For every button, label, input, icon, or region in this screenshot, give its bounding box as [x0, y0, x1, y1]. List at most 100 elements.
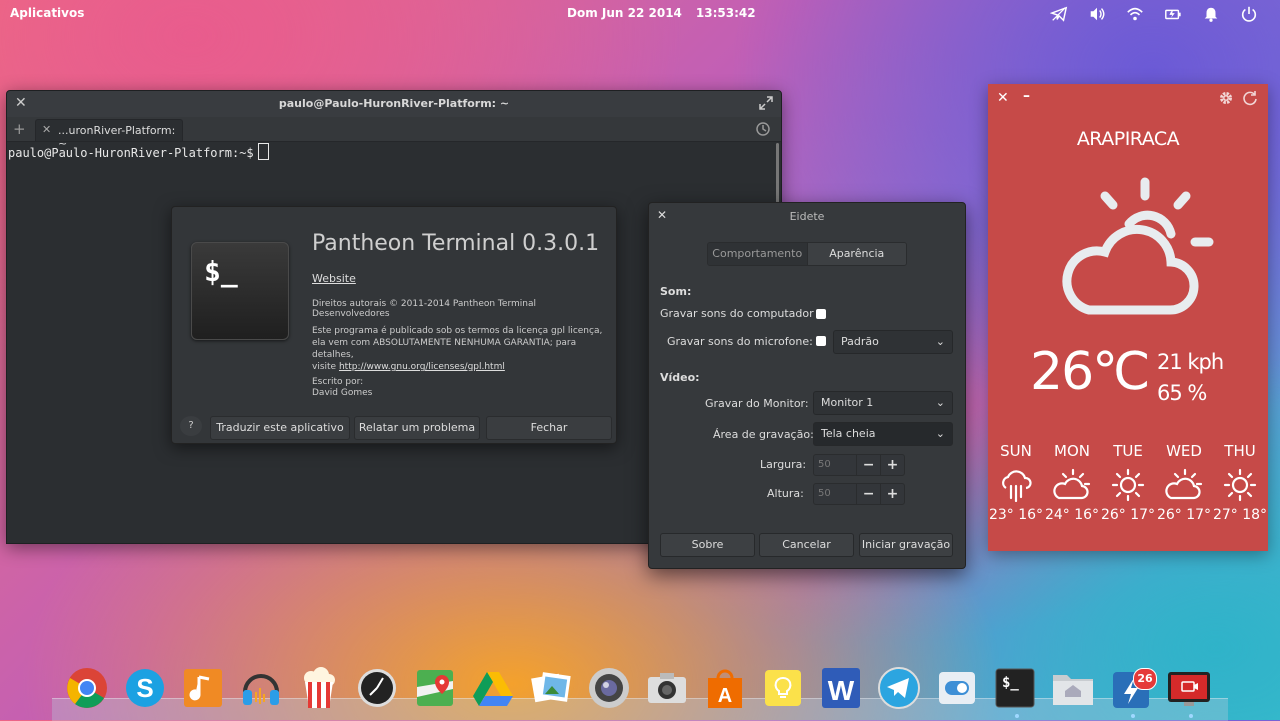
screenshot-icon[interactable] [644, 665, 690, 711]
increase-width-button[interactable]: + [880, 455, 904, 475]
close-button[interactable]: Fechar [486, 416, 612, 440]
mic-device-select[interactable]: Padrão ⌄ [833, 330, 953, 354]
humidity: 65 % [1157, 381, 1207, 405]
terminal-tabbar: + ✕ ...uronRiver-Platform: ~ [7, 117, 781, 150]
terminal-titlebar[interactable]: ✕ paulo@Paulo-HuronRiver-Platform: ~ [7, 91, 781, 117]
help-button[interactable]: ? [180, 416, 202, 436]
copyright-text: Direitos autorais © 2011-2014 Pantheon T… [312, 299, 536, 319]
forecast-day-name: THU [1224, 442, 1256, 460]
drive-icon[interactable] [470, 665, 516, 711]
photos-icon[interactable] [528, 665, 574, 711]
eidete-dialog: ✕ Eidete Comportamento Aparência Som: Gr… [648, 202, 966, 569]
video-section-title: Vídeo: [660, 371, 700, 384]
monitor-select[interactable]: Monitor 1 ⌄ [813, 391, 953, 415]
home-folder-icon[interactable] [1050, 665, 1096, 711]
start-recording-button[interactable]: Iniciar gravação [859, 533, 953, 557]
forecast-day: SUN 23° 16° [988, 442, 1044, 523]
record-computer-label: Gravar sons do computador [660, 307, 814, 320]
width-spinner[interactable]: 50 − + [813, 454, 905, 476]
sound-section-title: Som: [660, 285, 692, 298]
terminal-scrollbar[interactable] [776, 143, 779, 203]
new-tab-icon[interactable]: + [13, 120, 26, 138]
svg-text:$_: $_ [1002, 675, 1019, 691]
license-line: ela vem com ABSOLUTAMENTE NENHUMA GARANT… [312, 338, 577, 360]
app-store-icon[interactable]: A [702, 665, 748, 711]
height-label: Altura: [767, 487, 804, 500]
clock[interactable]: Dom Jun 22 2014 13:53:42 [567, 6, 756, 20]
close-tab-icon[interactable]: ✕ [42, 123, 51, 136]
camera-icon[interactable] [586, 665, 632, 711]
maps-icon[interactable] [412, 665, 458, 711]
license-line: Este programa é publicado sob os termos … [312, 326, 603, 336]
decrease-height-button[interactable]: − [856, 484, 880, 504]
power-icon[interactable] [1230, 4, 1268, 24]
chrome-icon[interactable] [64, 665, 110, 711]
about-title: Pantheon Terminal 0.3.0.1 [312, 231, 600, 256]
report-problem-button[interactable]: Relatar um problema [354, 416, 480, 440]
height-value: 50 [818, 488, 831, 499]
forecast-day: THU 27° 18° [1212, 442, 1268, 523]
terminal-icon[interactable]: $_ [992, 665, 1038, 711]
wind-speed: 21 kph [1157, 350, 1224, 374]
chevron-down-icon: ⌄ [935, 427, 945, 440]
refresh-icon[interactable] [1242, 90, 1258, 109]
width-value: 50 [818, 459, 831, 470]
license-link[interactable]: http://www.gnu.org/licenses/gpl.html [339, 362, 505, 372]
translate-button[interactable]: Traduzir este aplicativo [210, 416, 350, 440]
partly-cloudy-icon [1044, 468, 1100, 502]
eidete-icon[interactable] [1166, 665, 1212, 711]
telegram-icon[interactable] [876, 665, 922, 711]
area-select[interactable]: Tela cheia ⌄ [813, 422, 953, 446]
svg-text:S: S [136, 673, 153, 703]
tab-appearance[interactable]: Aparência [807, 243, 906, 265]
area-label: Área de gravação: [713, 428, 814, 441]
clock-icon[interactable] [354, 665, 400, 711]
history-icon[interactable] [755, 121, 771, 140]
terminal-app-icon: $_ [191, 242, 289, 340]
decrease-width-button[interactable]: − [856, 455, 880, 475]
music-icon[interactable] [180, 665, 226, 711]
increase-height-button[interactable]: + [880, 484, 904, 504]
notifications-icon[interactable] [1192, 4, 1230, 24]
audio-recorder-icon[interactable] [238, 665, 284, 711]
forecast-temps: 26° 17° [1156, 507, 1212, 523]
notes-icon[interactable] [760, 665, 806, 711]
wps-writer-icon[interactable]: W [818, 665, 864, 711]
area-value: Tela cheia [821, 427, 876, 440]
width-label: Largura: [760, 458, 807, 471]
maximize-icon[interactable] [759, 96, 773, 113]
website-link[interactable]: Website [312, 272, 356, 285]
battery-icon[interactable] [1154, 4, 1192, 24]
sun-icon [1100, 468, 1156, 502]
tab-terminal[interactable]: ✕ ...uronRiver-Platform: ~ [35, 119, 183, 150]
wifi-icon[interactable] [1116, 4, 1154, 24]
volume-icon[interactable] [1078, 4, 1116, 24]
about-button[interactable]: Sobre [660, 533, 755, 557]
chevron-down-icon: ⌄ [935, 335, 945, 348]
record-mic-checkbox[interactable] [816, 336, 826, 346]
running-indicator [1189, 714, 1193, 718]
forecast-day: WED 26° 17° [1156, 442, 1212, 523]
close-icon[interactable]: ✕ [997, 90, 1009, 106]
gear-icon[interactable] [1218, 90, 1234, 109]
about-dialog: $_ Pantheon Terminal 0.3.0.1 Website Dir… [171, 206, 617, 444]
switch-icon[interactable] [934, 665, 980, 711]
forecast-day-name: WED [1166, 442, 1202, 460]
running-indicator [1131, 714, 1135, 718]
partly-cloudy-icon [1062, 177, 1214, 315]
telegram-tray-icon[interactable] [1040, 4, 1078, 24]
tab-behavior[interactable]: Comportamento [708, 243, 808, 265]
svg-text:A: A [718, 685, 732, 707]
minimize-icon[interactable]: – [1023, 88, 1030, 104]
about-footer: ? Traduzir este aplicativo Relatar um pr… [172, 409, 616, 443]
terminal-title: paulo@Paulo-HuronRiver-Platform: ~ [278, 97, 510, 110]
notification-badge: 26 [1133, 668, 1157, 690]
height-spinner[interactable]: 50 − + [813, 483, 905, 505]
sun-icon [1212, 468, 1268, 502]
applications-menu[interactable]: Aplicativos [10, 6, 84, 20]
skype-icon[interactable]: S [122, 665, 168, 711]
popcorn-time-icon[interactable] [296, 665, 342, 711]
cancel-button[interactable]: Cancelar [759, 533, 854, 557]
forecast-day: MON 24° 16° [1044, 442, 1100, 523]
record-computer-checkbox[interactable] [816, 309, 826, 319]
